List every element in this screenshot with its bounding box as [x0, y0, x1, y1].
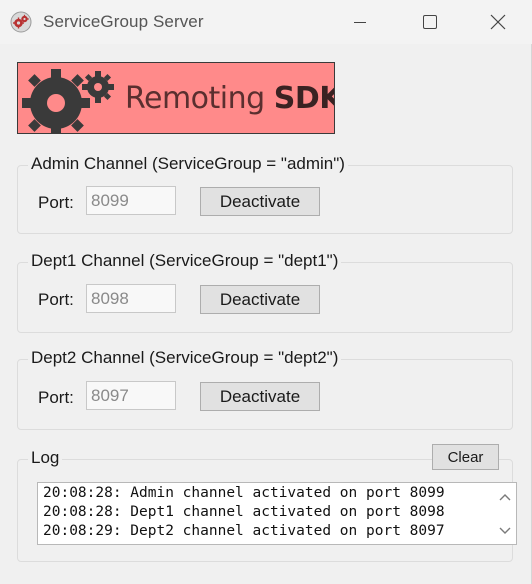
- minimize-icon: [354, 22, 366, 23]
- chevron-down-icon: [499, 527, 511, 534]
- logo-text: Remoting SDK: [125, 81, 334, 116]
- maximize-icon: [423, 15, 437, 29]
- dept1-deactivate-button[interactable]: Deactivate: [200, 285, 320, 314]
- logo-text-regular: Remoting: [125, 81, 274, 116]
- admin-port-input[interactable]: [86, 186, 176, 215]
- log-listbox[interactable]: 20:08:28: Admin channel activated on por…: [37, 482, 517, 545]
- minimize-button[interactable]: [325, 0, 395, 44]
- scroll-up-button[interactable]: [497, 489, 513, 505]
- close-button[interactable]: [463, 0, 532, 44]
- logo-text-bold: SDK: [273, 81, 334, 116]
- chevron-up-icon: [499, 494, 511, 501]
- log-scrollbar[interactable]: [494, 483, 516, 544]
- admin-deactivate-button[interactable]: Deactivate: [200, 187, 320, 216]
- log-line: 20:08:29: Dept2 channel activated on por…: [43, 523, 445, 539]
- admin-port-label: Port:: [38, 193, 74, 212]
- remoting-sdk-logo: Remoting SDK: [17, 62, 335, 134]
- title-bar[interactable]: ServiceGroup Server: [0, 0, 532, 44]
- maximize-button[interactable]: [395, 0, 465, 44]
- app-window: ServiceGroup Server Remoting SD Admin Ch…: [0, 0, 532, 584]
- dept1-port-input[interactable]: [86, 284, 176, 313]
- close-icon: [490, 14, 506, 30]
- dept1-port-label: Port:: [38, 290, 74, 309]
- dept1-channel-title: Dept1 Channel (ServiceGroup = "dept1"): [28, 251, 342, 271]
- admin-channel-title: Admin Channel (ServiceGroup = "admin"): [28, 154, 348, 174]
- dept2-port-input[interactable]: [86, 381, 176, 410]
- window-title: ServiceGroup Server: [43, 12, 204, 31]
- gears-logo-icon: [22, 69, 114, 133]
- log-line: 20:08:28: Dept1 channel activated on por…: [43, 504, 445, 520]
- dept2-channel-title: Dept2 Channel (ServiceGroup = "dept2"): [28, 348, 342, 368]
- log-title: Log: [28, 448, 63, 468]
- scroll-down-button[interactable]: [497, 523, 513, 539]
- gears-icon: [10, 11, 32, 33]
- clear-log-button[interactable]: Clear: [432, 444, 499, 470]
- dept2-port-label: Port:: [38, 388, 74, 407]
- log-line: 20:08:28: Admin channel activated on por…: [43, 485, 445, 501]
- dept2-deactivate-button[interactable]: Deactivate: [200, 382, 320, 411]
